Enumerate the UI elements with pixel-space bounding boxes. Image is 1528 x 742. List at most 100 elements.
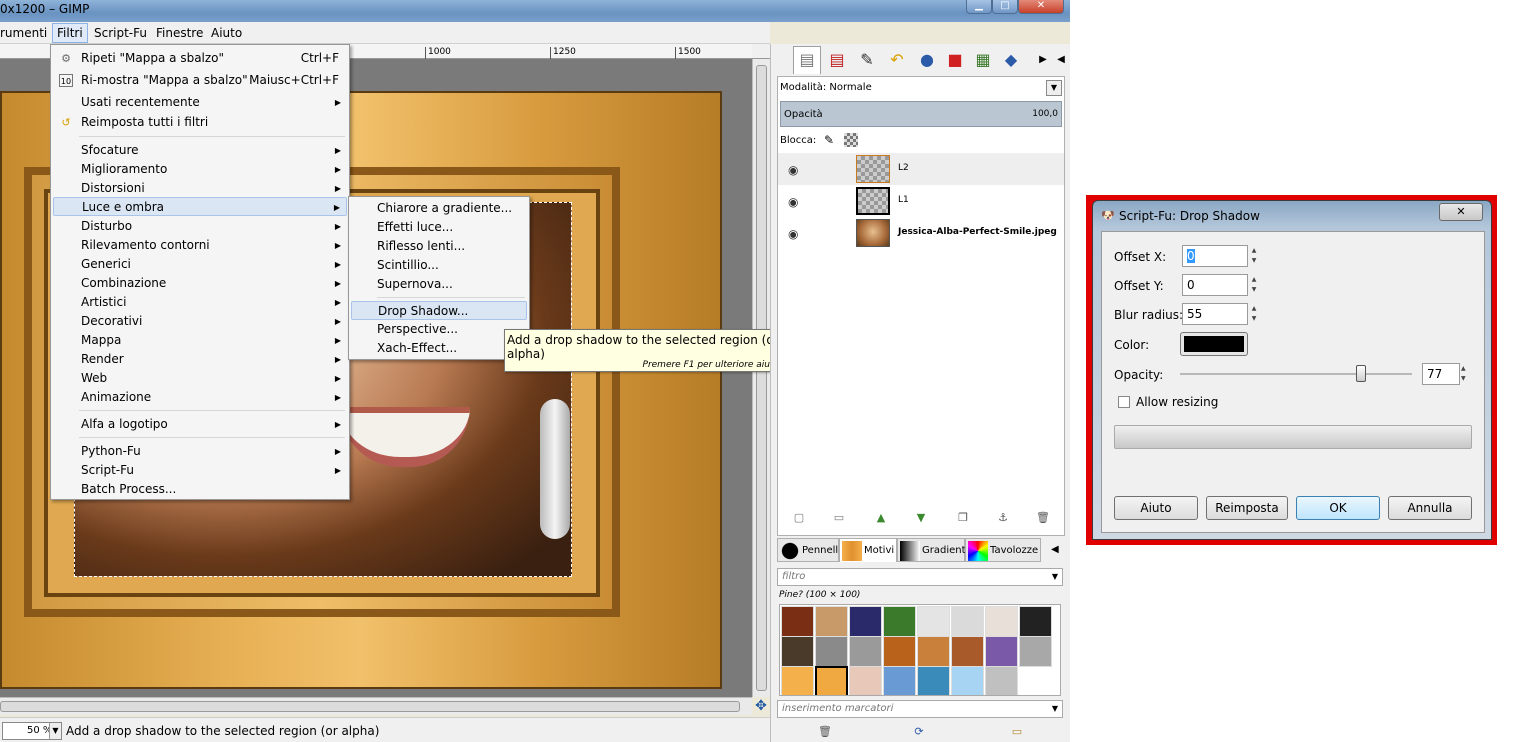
pattern-swatch[interactable]	[883, 606, 916, 637]
menu-item-sparkle[interactable]: Scintillio...	[351, 256, 527, 275]
pattern-swatch[interactable]	[985, 666, 1018, 695]
undo-tab-icon[interactable]: ↶	[883, 46, 911, 74]
menu-item-noise[interactable]: Disturbo ▶	[53, 217, 347, 236]
new-layer-icon[interactable]: ▢	[791, 510, 807, 526]
layer-row[interactable]: ◉ Jessica-Alba-Perfect-Smile.jpeg	[778, 217, 1064, 249]
new-group-icon[interactable]: ▭	[831, 510, 847, 526]
pattern-swatch[interactable]	[781, 606, 814, 637]
horizontal-scroll-thumb[interactable]	[0, 701, 740, 712]
maximize-button[interactable]: □	[992, 0, 1018, 14]
pattern-swatch[interactable]	[815, 636, 848, 667]
offset-y-field[interactable]: 0 ▲ ▼	[1182, 274, 1256, 296]
color-button[interactable]	[1180, 332, 1248, 356]
menu-item-perspective[interactable]: Perspective...	[351, 320, 527, 339]
pattern-swatch[interactable]	[951, 606, 984, 637]
menu-item-batch[interactable]: Batch Process...	[53, 480, 347, 499]
menu-item-recent[interactable]: Usati recentemente ▶	[53, 93, 347, 112]
eye-icon[interactable]: ◉	[788, 195, 798, 209]
brush-tab-icon[interactable]: ◆	[997, 46, 1025, 74]
tag-entry-input[interactable]: inserimento marcatori ▼	[777, 700, 1063, 718]
menu-item-supernova[interactable]: Supernova...	[351, 275, 527, 294]
menu-item-reset-filters[interactable]: ↺ Reimposta tutti i filtri	[53, 113, 347, 132]
navigate-icon[interactable]: ✥	[752, 697, 770, 715]
spin-arrows-icon[interactable]: ▲ ▼	[1461, 364, 1471, 384]
lock-alpha-icon[interactable]	[844, 133, 858, 147]
opacity-slider-thumb[interactable]	[1356, 365, 1366, 382]
tab-gradients[interactable]: Gradienti	[897, 538, 968, 562]
pattern-swatch[interactable]	[951, 666, 984, 695]
zoom-select[interactable]: 50 % ▼	[2, 722, 62, 740]
open-folder-icon[interactable]: ▭	[1009, 724, 1025, 740]
refresh-icon[interactable]: ⟳	[911, 724, 927, 740]
menu-item-distorts[interactable]: Distorsioni ▶	[53, 179, 347, 198]
pattern-swatch[interactable]	[781, 636, 814, 667]
chevron-down-icon[interactable]: ▼	[1052, 701, 1058, 717]
help-button[interactable]: Aiuto	[1114, 496, 1198, 520]
opacity-field[interactable]: 77 ▲ ▼	[1422, 363, 1466, 385]
tab-palettes[interactable]: Tavolozze	[965, 538, 1041, 562]
palette-tab-icon[interactable]: ▦	[969, 46, 997, 74]
menu-item-artistic[interactable]: Artistici ▶	[53, 293, 347, 312]
tab-brushes[interactable]: Pennelli	[777, 538, 841, 562]
vertical-scrollbar[interactable]	[752, 59, 770, 697]
layers-tab-icon[interactable]: ▤	[793, 46, 821, 74]
spin-arrows-icon[interactable]: ▲ ▼	[1249, 275, 1259, 295]
menu-help[interactable]: Aiuto	[211, 26, 242, 40]
menu-item-repeat[interactable]: ⚙ Ripeti "Mappa a sbalzo" Ctrl+F	[53, 49, 347, 68]
menu-item-web[interactable]: Web ▶	[53, 369, 347, 388]
reset-button[interactable]: Reimposta	[1206, 496, 1288, 520]
minimize-button[interactable]: ▁	[966, 0, 992, 14]
cancel-button[interactable]: Annulla	[1388, 496, 1472, 520]
menu-item-render[interactable]: Render ▶	[53, 350, 347, 369]
paths-tab-icon[interactable]: ✎	[853, 46, 881, 74]
menu-item-lens-flare[interactable]: Riflesso lenti...	[351, 237, 527, 256]
layer-row[interactable]: ◉ L1	[778, 185, 1064, 217]
lock-pixels-icon[interactable]: ✎	[824, 133, 834, 147]
raise-layer-icon[interactable]: ▲	[873, 510, 889, 526]
pattern-swatch[interactable]	[1019, 606, 1052, 637]
allow-resizing-checkbox[interactable]	[1118, 396, 1130, 408]
menu-item-edge-detect[interactable]: Rilevamento contorni ▶	[53, 236, 347, 255]
eye-icon[interactable]: ◉	[788, 227, 798, 241]
menu-item-animation[interactable]: Animazione ▶	[53, 388, 347, 407]
delete-pattern-icon[interactable]: 🗑	[817, 724, 833, 740]
pattern-swatch[interactable]	[883, 666, 916, 695]
menu-item-reshow[interactable]: 10 Ri-mostra "Mappa a sbalzo" Maiusc+Ctrl+…	[53, 71, 347, 90]
layer-opacity-slider[interactable]: Opacità 100,0	[780, 101, 1062, 127]
menu-item-lighting-effects[interactable]: Effetti luce...	[351, 218, 527, 237]
mode-select[interactable]: Modalità: Normale ▼	[778, 79, 1064, 97]
pattern-swatch[interactable]	[781, 666, 814, 695]
menu-item-light-shadow[interactable]: Luce e ombra ▶	[53, 197, 347, 216]
pattern-swatch[interactable]	[883, 636, 916, 667]
menu-item-enhance[interactable]: Miglioramento ▶	[53, 160, 347, 179]
tag-filter-input[interactable]: filtro ▼	[777, 568, 1063, 586]
horizontal-scrollbar[interactable]	[0, 697, 752, 715]
menu-item-decor[interactable]: Decorativi ▶	[53, 312, 347, 331]
pattern-swatch[interactable]	[917, 636, 950, 667]
tab-patterns[interactable]: Motivi	[839, 538, 897, 562]
pattern-swatch[interactable]	[1019, 636, 1052, 667]
menu-windows[interactable]: Finestre	[156, 26, 203, 40]
color-tab-icon[interactable]: ■	[941, 46, 969, 74]
menu-item-drop-shadow[interactable]: Drop Shadow...	[351, 301, 527, 320]
eye-icon[interactable]: ◉	[788, 163, 798, 177]
pattern-swatch[interactable]	[985, 606, 1018, 637]
pattern-swatch[interactable]	[951, 636, 984, 667]
pattern-swatch[interactable]	[849, 636, 882, 667]
ok-button[interactable]: OK	[1296, 496, 1380, 520]
dock-menu-icon[interactable]: ◀	[1047, 46, 1070, 74]
pattern-swatch[interactable]	[917, 606, 950, 637]
spin-arrows-icon[interactable]: ▲ ▼	[1249, 246, 1259, 266]
close-button[interactable]: ✕	[1018, 0, 1064, 14]
spin-arrows-icon[interactable]: ▲ ▼	[1249, 304, 1259, 324]
opacity-slider-track[interactable]	[1180, 373, 1412, 375]
menu-filters[interactable]: Filtri	[52, 23, 88, 43]
menu-item-script-fu[interactable]: Script-Fu ▶	[53, 461, 347, 480]
menu-item-xach-effect[interactable]: Xach-Effect...	[351, 339, 527, 358]
pattern-swatch[interactable]	[985, 636, 1018, 667]
chevron-down-icon[interactable]: ▼	[1046, 80, 1062, 96]
vertical-scroll-thumb[interactable]	[756, 65, 767, 691]
menu-item-alpha-logo[interactable]: Alfa a logotipo ▶	[53, 415, 347, 434]
layer-row[interactable]: ◉ L2	[778, 153, 1064, 185]
info-tab-icon[interactable]: ●	[913, 46, 941, 74]
